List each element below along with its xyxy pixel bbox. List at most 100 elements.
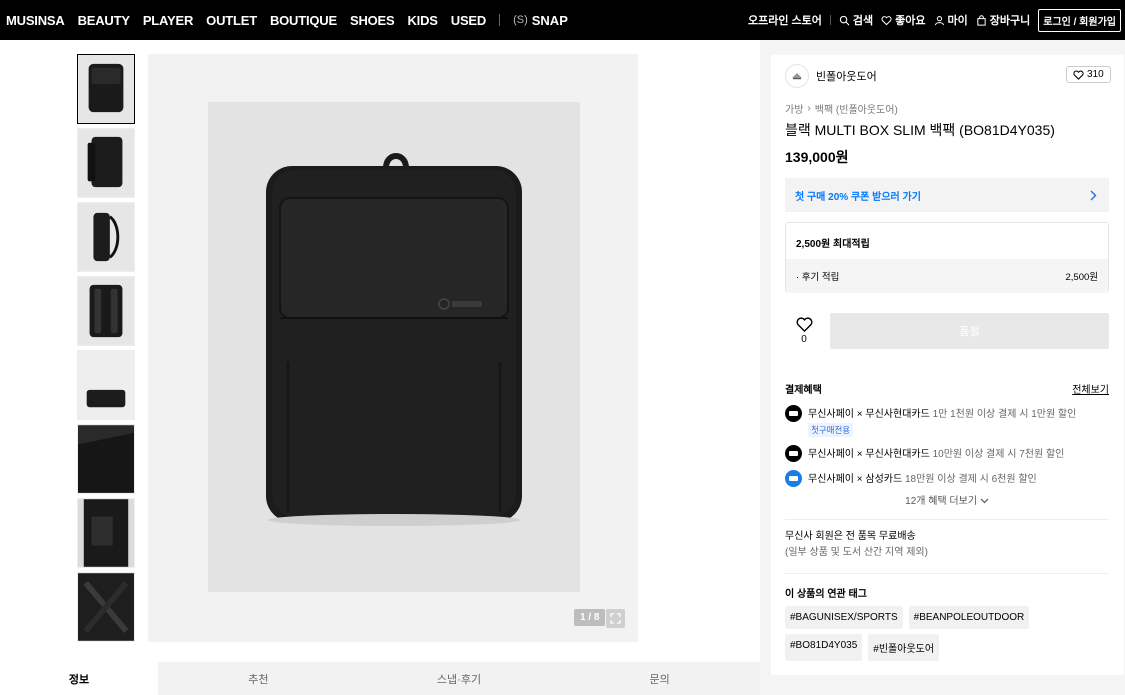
benefit-condition: 10만원 이상 결제 시 7천원 할인 bbox=[929, 449, 1065, 460]
musinsa-pay-icon bbox=[785, 405, 802, 422]
review-points-row: · 후기 적립 2,500원 bbox=[786, 259, 1108, 293]
benefit-card: 무신사페이 × 무신사현대카드 bbox=[808, 449, 930, 460]
divider bbox=[785, 519, 1109, 520]
benefit-item[interactable]: 무신사페이 × 무신사현대카드 10만원 이상 결제 시 7천원 할인 bbox=[785, 445, 1109, 462]
backpack-back-thumb bbox=[78, 277, 134, 345]
chevron-right-icon bbox=[1090, 190, 1097, 200]
brand-logo-mark bbox=[792, 73, 802, 80]
max-points: 2,500원 최대적립 bbox=[796, 239, 870, 250]
expand-image-button[interactable] bbox=[606, 609, 625, 628]
breadcrumb: 가방 › 백팩 (빈폴아웃도어) bbox=[785, 101, 898, 116]
wishlist-button[interactable]: 0 bbox=[785, 317, 823, 345]
product-info-panel: 빈폴아웃도어 310 가방 › 백팩 (빈폴아웃도어) 블랙 MULTI BOX… bbox=[771, 55, 1124, 675]
view-all-benefits-link[interactable]: 전체보기 bbox=[1072, 381, 1109, 396]
thumbnail-2[interactable] bbox=[77, 128, 135, 198]
backpack-main-image bbox=[208, 102, 580, 592]
heart-icon bbox=[796, 317, 812, 332]
nav-item-shoes[interactable]: SHOES bbox=[350, 13, 395, 28]
product-gallery-area: 1 / 8 정보 추천 스냅·후기 문의 bbox=[0, 40, 760, 695]
sold-out-button[interactable]: 품절 bbox=[830, 313, 1109, 349]
tag-chip[interactable]: #BAGUNISEX/SPORTS bbox=[785, 606, 903, 629]
likes-label: 좋아요 bbox=[895, 15, 926, 27]
chevron-down-icon bbox=[980, 498, 989, 504]
thumbnail-3[interactable] bbox=[77, 202, 135, 272]
purchase-actions: 0 품절 bbox=[785, 313, 1109, 349]
coupon-banner[interactable]: 첫 구매 20% 쿠폰 받으러 가기 bbox=[785, 178, 1109, 212]
benefit-card: 무신사페이 × 삼성카드 bbox=[808, 474, 903, 485]
cart-label: 장바구니 bbox=[989, 15, 1031, 27]
backpack-zipper-thumb bbox=[78, 499, 134, 567]
payment-benefits-header: 결제혜택 전체보기 bbox=[785, 381, 1109, 396]
breadcrumb-subcategory[interactable]: 백팩 (빈폴아웃도어) bbox=[815, 101, 898, 116]
snap-label: SNAP bbox=[531, 12, 568, 28]
thumbnail-4[interactable] bbox=[77, 276, 135, 346]
divider bbox=[785, 573, 1109, 574]
benefit-item[interactable]: 무신사페이 × 무신사현대카드 1만 1천원 이상 결제 시 1만원 할인 첫구… bbox=[785, 405, 1109, 437]
user-icon bbox=[934, 15, 944, 25]
thumbnail-5[interactable] bbox=[77, 350, 135, 420]
benefit-card: 무신사페이 × 무신사현대카드 bbox=[808, 409, 930, 420]
benefit-list: 무신사페이 × 무신사현대카드 1만 1천원 이상 결제 시 1만원 할인 첫구… bbox=[785, 405, 1109, 495]
tag-chip[interactable]: #BO81D4Y035 bbox=[785, 634, 863, 661]
brand-row[interactable]: 빈폴아웃도어 bbox=[785, 64, 877, 88]
nav-item-beauty[interactable]: BEAUTY bbox=[78, 13, 130, 28]
backpack-detail-thumb bbox=[78, 425, 134, 493]
heart-icon bbox=[1073, 70, 1084, 80]
nav-item-player[interactable]: PLAYER bbox=[143, 13, 194, 28]
backpack-angle-thumb bbox=[78, 129, 134, 197]
category-nav: MUSINSA BEAUTY PLAYER OUTLET BOUTIQUE SH… bbox=[6, 13, 568, 28]
nav-item-kids[interactable]: KIDS bbox=[407, 13, 437, 28]
thumbnail-list bbox=[77, 54, 135, 646]
search-button[interactable]: 검색 bbox=[839, 12, 873, 28]
login-signup-button[interactable]: 로그인 / 회원가입 bbox=[1038, 8, 1121, 32]
tag-chip[interactable]: #BEANPOLEOUTDOOR bbox=[908, 606, 1030, 629]
utility-nav: 오프라인 스토어 검색 좋아요 마이 장바구니 로그인 / 회원가입 bbox=[748, 8, 1121, 32]
more-benefits-button[interactable]: 12개 혜택 더보기 bbox=[785, 492, 1109, 507]
snap-bracket: (S) bbox=[513, 14, 528, 26]
thumbnail-7[interactable] bbox=[77, 498, 135, 568]
nav-item-boutique[interactable]: BOUTIQUE bbox=[270, 13, 337, 28]
tab-inquiry[interactable]: 문의 bbox=[559, 662, 760, 695]
benefit-item[interactable]: 무신사페이 × 삼성카드 18만원 이상 결제 시 6천원 할인 bbox=[785, 470, 1109, 487]
nav-item-used[interactable]: USED bbox=[451, 13, 487, 28]
free-shipping-text: 무신사 회원은 전 품목 무료배송 bbox=[785, 531, 916, 542]
main-product-image[interactable] bbox=[208, 102, 580, 592]
thumbnail-6[interactable] bbox=[77, 424, 135, 494]
tab-info[interactable]: 정보 bbox=[0, 662, 158, 695]
nav-item-snap[interactable]: (S) SNAP bbox=[513, 13, 568, 28]
tag-chip[interactable]: #빈폴아웃도어 bbox=[868, 634, 940, 661]
wishlist-count: 0 bbox=[801, 334, 807, 345]
coupon-text: 첫 구매 20% 쿠폰 받으러 가기 bbox=[795, 191, 921, 203]
thumbnail-1[interactable] bbox=[77, 54, 135, 124]
tab-recommend[interactable]: 추천 bbox=[158, 662, 359, 695]
likes-button[interactable]: 좋아요 bbox=[881, 12, 926, 28]
review-points-label: · 후기 적립 bbox=[796, 272, 840, 283]
breadcrumb-category[interactable]: 가방 bbox=[785, 101, 803, 116]
like-count: 310 bbox=[1087, 69, 1104, 80]
brand-logo bbox=[785, 64, 809, 88]
nav-divider bbox=[829, 15, 831, 25]
heart-icon bbox=[881, 15, 892, 25]
cart-icon bbox=[977, 14, 986, 26]
backpack-bottom-thumb bbox=[78, 351, 134, 419]
product-price: 139,000원 bbox=[785, 149, 849, 165]
nav-item-outlet[interactable]: OUTLET bbox=[206, 13, 257, 28]
brand-name: 빈폴아웃도어 bbox=[816, 71, 877, 83]
first-purchase-badge: 첫구매전용 bbox=[808, 423, 854, 437]
my-page-button[interactable]: 마이 bbox=[934, 12, 968, 28]
thumbnail-8[interactable] bbox=[77, 572, 135, 642]
benefit-condition: 18만원 이상 결제 시 6천원 할인 bbox=[902, 474, 1037, 485]
payment-benefits-title: 결제혜택 bbox=[785, 385, 822, 396]
related-tags: #BAGUNISEX/SPORTS #BEANPOLEOUTDOOR #BO81… bbox=[785, 606, 1109, 661]
benefit-text: 무신사페이 × 무신사현대카드 1만 1천원 이상 결제 시 1만원 할인 첫구… bbox=[808, 405, 1076, 437]
backpack-front-thumb bbox=[78, 55, 134, 123]
offline-store-link[interactable]: 오프라인 스토어 bbox=[748, 12, 822, 28]
cart-button[interactable]: 장바구니 bbox=[976, 12, 1030, 28]
nav-item-musinsa[interactable]: MUSINSA bbox=[6, 13, 65, 28]
benefit-text: 무신사페이 × 무신사현대카드 10만원 이상 결제 시 7천원 할인 bbox=[808, 445, 1064, 460]
tab-snap-review[interactable]: 스냅·후기 bbox=[359, 662, 560, 695]
samsung-card-icon bbox=[785, 470, 802, 487]
review-points-value: 2,500원 bbox=[1065, 272, 1098, 283]
image-counter: 1 / 8 bbox=[574, 609, 606, 626]
like-count-button[interactable]: 310 bbox=[1066, 66, 1111, 83]
